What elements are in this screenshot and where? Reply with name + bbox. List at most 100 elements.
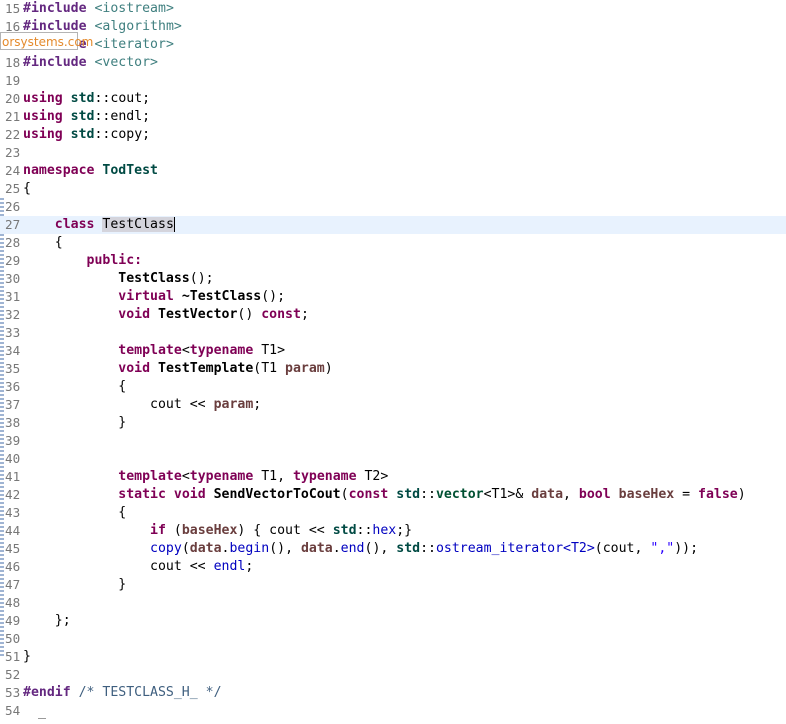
code-line[interactable]: 53 #endif /* TESTCLASS_H_ */ (0, 684, 786, 702)
code-editor[interactable]: 15 #include <iostream> 16 #include <algorit… (0, 0, 786, 724)
code-token: (cout, (594, 541, 651, 556)
code-text: } (23, 648, 31, 666)
code-token: std (70, 127, 95, 142)
code-line[interactable]: 51} (0, 648, 786, 666)
line-number: 44 (5, 523, 21, 538)
code-token: :: (420, 487, 436, 502)
code-line[interactable]: 25{ (0, 180, 786, 198)
line-number: 31 (5, 289, 21, 304)
code-token: ~TestClass (181, 289, 262, 304)
code-line[interactable]: 20 using std::cout; (0, 90, 786, 108)
code-token: }; (23, 613, 71, 628)
code-token: namespace (23, 163, 95, 178)
code-text: TestClass(); (23, 270, 213, 288)
code-line[interactable]: 17#include <iterator> (0, 36, 786, 54)
code-token: TestVector (158, 307, 238, 322)
code-token: /* TESTCLASS_H_ */ (78, 685, 222, 700)
code-token: :: (94, 109, 111, 124)
code-text: } (23, 414, 126, 432)
code-token: ; (142, 127, 151, 142)
code-token: SendVectorToCout (213, 487, 341, 502)
code-token: :: (94, 91, 111, 106)
code-token: { (23, 181, 31, 196)
code-line[interactable]: 35 void TestTemplate(T1 param) (0, 360, 786, 378)
code-line[interactable]: 47 } (0, 576, 786, 594)
code-line[interactable]: 39 (0, 432, 786, 450)
code-text: #include <vector> (23, 54, 158, 72)
line-number: 23 (5, 145, 21, 160)
code-line[interactable]: 45 copy(data.begin(), data.end(), std::o… (0, 540, 786, 558)
code-line[interactable]: 23 (0, 144, 786, 162)
code-line[interactable]: 36 { (0, 378, 786, 396)
code-token: ( (181, 541, 190, 556)
code-text: void TestVector() const; (23, 306, 309, 324)
code-line[interactable]: 32 void TestVector() const; (0, 306, 786, 324)
code-token: TodTest (102, 163, 158, 178)
code-line[interactable]: 44 if (baseHex) { cout << std::hex;} (0, 522, 786, 540)
code-token: ( (165, 523, 182, 538)
code-token: :: (420, 541, 436, 556)
code-line[interactable]: 49 }; (0, 612, 786, 630)
code-token: data (300, 541, 333, 556)
code-token: std (332, 523, 357, 538)
code-line[interactable]: 33 (0, 324, 786, 342)
line-number: 38 (5, 415, 21, 430)
code-text: template<typename T1> (23, 342, 285, 360)
code-token: begin (229, 541, 270, 556)
code-line[interactable]: 28 { (0, 234, 786, 252)
code-line[interactable]: 29 public: (0, 252, 786, 270)
code-token: void (118, 307, 151, 322)
code-line[interactable]: 26 (0, 198, 786, 216)
code-line[interactable]: 31 virtual ~TestClass(); (0, 288, 786, 306)
line-number: 49 (5, 613, 21, 628)
line-number: 20 (5, 91, 21, 106)
code-line[interactable]: 40 (0, 450, 786, 468)
code-token: virtual (118, 289, 174, 304)
code-token: endl (110, 109, 143, 124)
code-line[interactable]: 50 (0, 630, 786, 648)
code-token: <T2> (563, 541, 595, 556)
code-line[interactable]: 16 #include <algorithm> (0, 18, 786, 36)
code-text: { (23, 180, 31, 198)
text-cursor (173, 216, 175, 232)
code-token: TestClass (118, 271, 190, 286)
code-line[interactable]: 48 (0, 594, 786, 612)
code-line[interactable]: 19 (0, 72, 786, 90)
code-line[interactable]: 46 cout << endl; (0, 558, 786, 576)
code-line[interactable]: 52 (0, 666, 786, 684)
code-line[interactable]: 30 TestClass(); (0, 270, 786, 288)
code-line[interactable]: 18 #include <vector> (0, 54, 786, 72)
line-number: 40 (5, 451, 21, 466)
code-line[interactable]: 43 { (0, 504, 786, 522)
code-line[interactable]: 54 (0, 702, 786, 720)
code-line[interactable]: 37 cout << param; (0, 396, 786, 414)
code-token: const (348, 487, 389, 502)
code-token: , (563, 487, 579, 502)
watermark-label: orsystems.com (0, 32, 93, 50)
code-line[interactable]: 41 template<typename T1, typename T2> (0, 468, 786, 486)
line-number: 32 (5, 307, 21, 322)
code-token: using (23, 127, 63, 142)
code-token: template (118, 343, 182, 358)
code-line[interactable]: 22 using std::copy; (0, 126, 786, 144)
code-line[interactable]: 15 #include <iostream> (0, 0, 786, 18)
code-line[interactable]: 27 class TestClass (0, 216, 786, 234)
code-text: void TestTemplate(T1 param) (23, 360, 332, 378)
code-line[interactable]: 42 static void SendVectorToCout(const st… (0, 486, 786, 504)
line-number: 52 (5, 667, 21, 682)
code-line[interactable]: 21 using std::endl; (0, 108, 786, 126)
line-number: 25 (5, 181, 21, 196)
line-number: 47 (5, 577, 21, 592)
code-line[interactable]: 34 template<typename T1> (0, 342, 786, 360)
code-token: std (396, 487, 421, 502)
code-line[interactable]: 38 } (0, 414, 786, 432)
line-number: 21 (5, 109, 21, 124)
line-number: 45 (5, 541, 21, 556)
code-text: copy(data.begin(), data.end(), std::ostr… (23, 540, 698, 558)
code-line[interactable]: 24 namespace TodTest (0, 162, 786, 180)
